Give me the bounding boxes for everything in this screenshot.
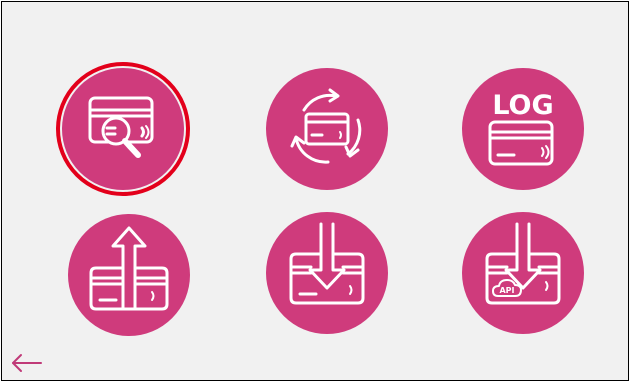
card-upload-icon <box>89 226 169 311</box>
card-download-icon <box>289 222 365 305</box>
card-api-download-icon: API <box>485 222 561 305</box>
card-sync-button[interactable] <box>266 68 388 190</box>
main-screen: LOG API <box>1 1 629 381</box>
api-label: API <box>499 286 514 295</box>
card-download-button[interactable] <box>266 212 388 334</box>
card-log-button[interactable]: LOG <box>462 68 584 190</box>
card-api-download-button[interactable]: API <box>462 212 584 334</box>
back-button[interactable] <box>10 352 44 374</box>
card-magnifier-icon <box>88 96 154 158</box>
card-upload-button[interactable] <box>68 214 190 336</box>
card-inspect-button[interactable] <box>62 68 184 190</box>
card-log-icon: LOG <box>488 90 554 166</box>
card-cycle-icon <box>290 88 362 164</box>
back-arrow-icon <box>12 354 42 372</box>
log-label: LOG <box>492 90 553 121</box>
